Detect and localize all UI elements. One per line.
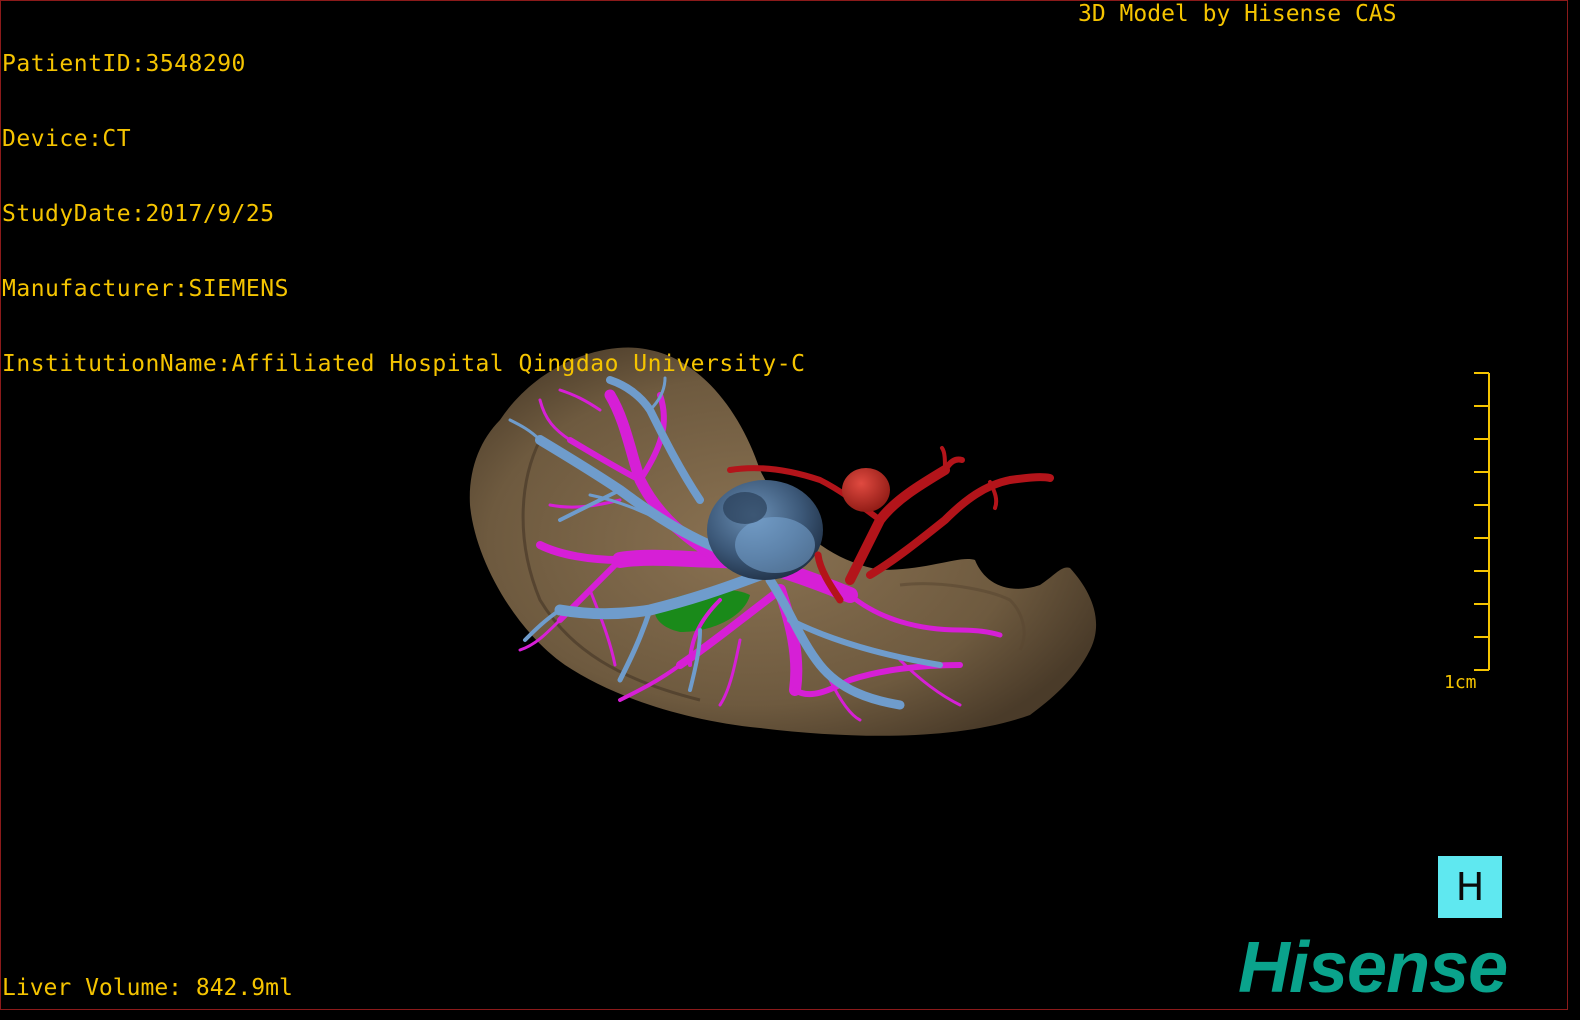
study-date: StudyDate:2017/9/25 (2, 201, 275, 227)
model-brand-label: 3D Model by Hisense CAS (1078, 1, 1397, 27)
hisense-logo: Hisense (1238, 928, 1508, 1008)
institution-name: InstitutionName:Affiliated Hospital Qing… (2, 351, 806, 377)
scale-bar-label: 1cm (1444, 672, 1477, 693)
central-tumor[interactable] (707, 480, 823, 580)
dicom-info-overlay: PatientID:3548290 Device:CT StudyDate:20… (2, 2, 805, 402)
arterial-aneurysm[interactable] (842, 468, 890, 512)
liver-volume-readout: Liver Volume: 842.9ml (2, 975, 293, 1001)
device: Device:CT (2, 126, 132, 152)
orientation-reset-button[interactable]: H (1438, 856, 1502, 918)
manufacturer: Manufacturer:SIEMENS (2, 276, 289, 302)
patient-id: PatientID:3548290 (2, 51, 246, 77)
scale-bar (1474, 372, 1490, 671)
